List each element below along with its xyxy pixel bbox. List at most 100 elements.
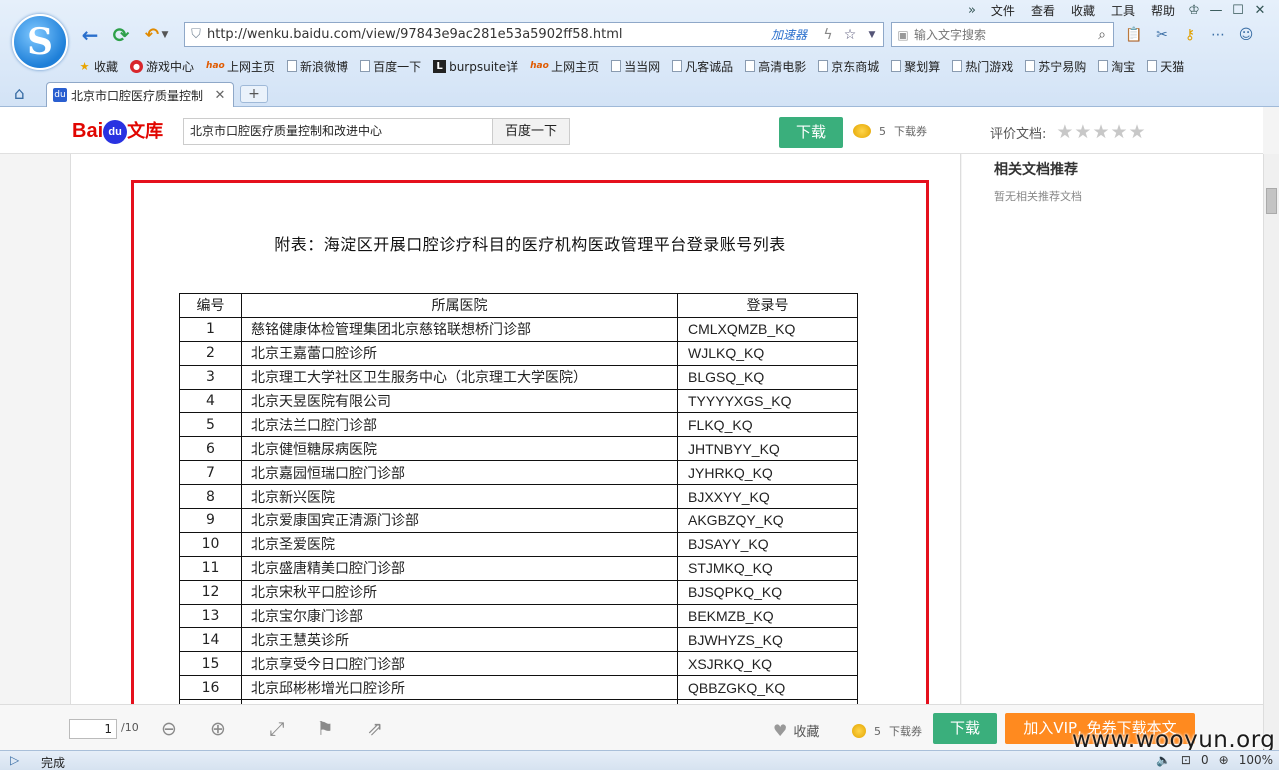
login-id: STJMKQ_KQ <box>677 555 858 581</box>
chevron-down-icon[interactable]: ▼ <box>160 23 170 47</box>
login-id: BJSAYY_KQ <box>677 531 858 557</box>
baidu-paw-icon: du <box>103 120 128 144</box>
baidu-wenku-logo[interactable]: Bai du 文库 <box>72 117 163 144</box>
hospital-name: 北京法兰口腔门诊部 <box>241 412 678 438</box>
bookmark-item[interactable]: ★ 收藏 <box>78 58 118 75</box>
bookmark-item[interactable]: 百度一下 <box>360 58 421 75</box>
minimize-icon[interactable]: — <box>1205 3 1227 18</box>
row-number: 14 <box>179 627 242 653</box>
menu-file[interactable]: 文件 <box>983 2 1023 19</box>
download-button-bottom[interactable]: 下载 <box>933 713 997 744</box>
zoom-in-icon[interactable]: ⊕ <box>206 717 230 741</box>
bookmark-item[interactable]: 新浪微博 <box>287 58 348 75</box>
column-header: 编号 <box>179 293 242 318</box>
browser-search-input[interactable] <box>914 27 1091 42</box>
login-id: AKGBZQY_KQ <box>677 508 858 533</box>
tab-bar: ⌂ du 北京市口腔医疗质量控制 ✕ + <box>0 80 1279 107</box>
home-icon[interactable]: ⌂ <box>14 84 25 104</box>
more-icon[interactable]: ⋯ <box>1206 24 1230 46</box>
hospital-name: 北京健恒糖尿病医院 <box>241 436 678 462</box>
shirt-skin-icon[interactable]: ♔ <box>1183 3 1205 18</box>
bookmark-icon[interactable]: ⚑ <box>313 717 337 741</box>
share-icon[interactable]: ⇗ <box>363 717 387 741</box>
bookmark-item[interactable]: 高清电影 <box>745 58 806 75</box>
row-number: 9 <box>179 508 242 533</box>
back-arrow-icon[interactable]: ← <box>78 23 102 47</box>
bookmark-item[interactable]: 天猫 <box>1147 58 1184 75</box>
tab-close-icon[interactable]: ✕ <box>213 88 227 103</box>
page-number-input[interactable]: 1 <box>69 719 117 739</box>
login-id: XSJRKQ_KQ <box>677 651 858 677</box>
bookmark-item[interactable]: 京东商城 <box>818 58 879 75</box>
maximize-icon[interactable]: ☐ <box>1227 3 1249 18</box>
bookmark-item[interactable]: 凡客诚品 <box>672 58 733 75</box>
bookmark-label: 上网主页 <box>227 59 276 74</box>
close-icon[interactable]: ✕ <box>1249 3 1271 18</box>
rating-stars-icon[interactable]: ★★★★★ <box>1056 121 1146 143</box>
row-number: 12 <box>179 579 242 605</box>
tab-active[interactable]: du 北京市口腔医疗质量控制 ✕ <box>46 82 234 107</box>
tool-icons: 📋 ✂ ⚷ ⋯ ☺ <box>1122 24 1258 46</box>
bookmark-label: 收藏 <box>94 59 119 74</box>
bookmark-label: 游戏中心 <box>146 59 195 74</box>
menu-help[interactable]: 帮助 <box>1143 2 1183 19</box>
browser-search-box[interactable]: ▣ ⌕ <box>891 22 1114 47</box>
zoom-out-icon[interactable]: ⊖ <box>157 717 181 741</box>
new-tab-button[interactable]: + <box>240 85 268 103</box>
bookmark-item[interactable]: 当当网 <box>611 58 660 75</box>
related-docs-empty: 暂无相关推荐文档 <box>994 190 1082 203</box>
table-row: 12 北京宋秋平口腔诊所 BJSQPKQ_KQ <box>179 579 858 605</box>
address-url[interactable]: http://wenku.baidu.com/view/97843e9ac281… <box>207 27 771 42</box>
address-bar[interactable]: ⛉ http://wenku.baidu.com/view/97843e9ac2… <box>184 22 884 47</box>
hospital-name: 北京王嘉蕾口腔诊所 <box>241 340 678 366</box>
bookmark-item[interactable]: 聚划算 <box>891 58 940 75</box>
refresh-icon[interactable]: ⟳ <box>109 23 133 47</box>
star-outline-icon[interactable]: ☆ <box>839 27 861 43</box>
column-header: 所属医院 <box>241 293 678 318</box>
bookmark-item[interactable]: hao 上网主页 <box>530 58 599 75</box>
vertical-scrollbar[interactable] <box>1263 154 1279 750</box>
row-number: 8 <box>179 484 242 510</box>
bookmark-item[interactable]: Lburpsuite详 <box>433 58 518 75</box>
download-tray-icon[interactable]: ⊡ <box>1181 753 1191 767</box>
login-id: TYYYYXGS_KQ <box>677 388 858 414</box>
play-icon[interactable]: ▷ <box>10 753 19 767</box>
search-icon[interactable]: ⌕ <box>1091 27 1113 43</box>
zoom-icon[interactable]: ⊕ <box>1219 753 1229 767</box>
fullscreen-icon[interactable]: ⤢ <box>265 717 289 741</box>
menu-view[interactable]: 查看 <box>1023 2 1063 19</box>
document-title: 附表：海淀区开展口腔诊疗科目的医疗机构医政管理平台登录账号列表 <box>274 235 786 254</box>
key-icon[interactable]: ⚷ <box>1178 24 1202 46</box>
double-chevron-icon[interactable]: » <box>961 3 983 18</box>
sogou-browser-logo-icon[interactable]: S <box>12 14 68 70</box>
baidu-paw-icon: du <box>53 88 67 102</box>
menu-favorites[interactable]: 收藏 <box>1063 2 1103 19</box>
favorite-button[interactable]: ♥ 收藏 <box>773 721 819 740</box>
lightning-icon[interactable]: ϟ <box>817 27 839 43</box>
page-icon <box>360 60 371 72</box>
bookmark-item[interactable]: 热门游戏 <box>952 58 1013 75</box>
baidu-search-button[interactable]: 百度一下 <box>492 118 570 145</box>
bookmark-item[interactable]: hao 上网主页 <box>206 58 275 75</box>
search-engine-icon[interactable]: ▣ <box>892 28 914 42</box>
download-button[interactable]: 下载 <box>779 117 843 148</box>
table-row: 16 北京邱彬彬增光口腔诊所 QBBZGKQ_KQ <box>179 675 858 701</box>
chevron-down-icon[interactable]: ▼ <box>861 30 883 40</box>
wenku-search-input[interactable]: 北京市口腔医疗质量控制和改进中心 <box>183 118 493 145</box>
bookmark-item[interactable]: ● 游戏中心 <box>130 58 194 75</box>
clipboard-icon[interactable]: 📋 <box>1122 24 1146 46</box>
page-icon <box>1147 60 1158 72</box>
login-id: BLGSQ_KQ <box>677 364 858 390</box>
speaker-icon[interactable]: 🔈 <box>1156 753 1171 767</box>
accelerator-label[interactable]: 加速器 <box>771 26 817 43</box>
menu-tools[interactable]: 工具 <box>1103 2 1143 19</box>
user-icon[interactable]: ☺ <box>1234 24 1258 46</box>
scissors-icon[interactable]: ✂ <box>1150 24 1174 46</box>
coin-icon <box>852 724 866 738</box>
page-icon <box>745 60 756 72</box>
row-number: 6 <box>179 436 242 462</box>
bookmark-item[interactable]: 苏宁易购 <box>1025 58 1086 75</box>
zoom-level[interactable]: 100% <box>1239 753 1273 767</box>
bookmark-item[interactable]: 淘宝 <box>1098 58 1135 75</box>
scrollbar-thumb[interactable] <box>1266 188 1277 214</box>
